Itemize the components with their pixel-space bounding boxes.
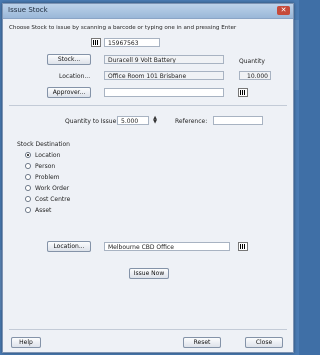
quantity-stepper[interactable]: ▲ ▼ (152, 116, 158, 125)
destination-asset-radio[interactable] (25, 207, 31, 213)
approver-button[interactable]: Approver... (47, 87, 91, 98)
approver-field[interactable] (104, 88, 224, 97)
stock-name-field: Duracell 9 Volt Battery (104, 55, 224, 64)
destination-barcode-icon[interactable] (238, 242, 248, 251)
destination-work-order-radio[interactable] (25, 185, 31, 191)
destination-cost-centre-radio[interactable] (25, 196, 31, 202)
barcode-input[interactable]: 15967563 (104, 38, 160, 47)
destination-location-button[interactable]: Location... (47, 241, 91, 252)
reference-label: Reference: (175, 118, 208, 125)
quantity-label: Quantity (239, 58, 265, 65)
quantity-to-issue-input[interactable]: 5.000 (117, 116, 149, 125)
destination-option-label: Work Order (35, 185, 70, 192)
reset-button[interactable]: Reset (183, 337, 221, 348)
destination-person-radio[interactable] (25, 163, 31, 169)
quantity-field: 10.000 (239, 71, 271, 80)
title-bar: Issue Stock ✕ (3, 4, 293, 19)
help-button[interactable]: Help (11, 337, 41, 348)
destination-option-label: Person (35, 163, 56, 170)
quantity-to-issue-label: Quantity to Issue: (65, 118, 119, 125)
location-label: Location... (59, 73, 91, 80)
destination-option-label: Cost Centre (35, 196, 71, 203)
issue-stock-dialog: Issue Stock ✕ Choose Stock to issue by s… (2, 3, 294, 353)
destination-location-field[interactable]: Melbourne CBD Office (104, 242, 230, 251)
window-close-button[interactable]: ✕ (277, 6, 290, 15)
close-button[interactable]: Close (245, 337, 283, 348)
approver-barcode-icon[interactable] (238, 88, 248, 97)
destination-option-label: Location (35, 152, 61, 159)
issue-now-button[interactable]: Issue Now (129, 268, 169, 279)
barcode-scan-icon[interactable] (91, 38, 101, 47)
destination-option-label: Asset (35, 207, 52, 214)
instructions-text: Choose Stock to issue by scanning a barc… (9, 25, 237, 31)
destination-option-label: Problem (35, 174, 60, 181)
footer-divider (9, 329, 287, 330)
destination-problem-radio[interactable] (25, 174, 31, 180)
location-field: Office Room 101 Brisbane (104, 71, 224, 80)
stock-destination-label: Stock Destination (17, 141, 70, 148)
stock-button[interactable]: Stock... (47, 54, 91, 65)
destination-location-radio[interactable] (25, 152, 31, 158)
section-divider (9, 105, 287, 106)
dialog-body: Choose Stock to issue by scanning a barc… (3, 19, 293, 352)
reference-input[interactable] (213, 116, 263, 125)
window-title: Issue Stock (8, 6, 48, 14)
